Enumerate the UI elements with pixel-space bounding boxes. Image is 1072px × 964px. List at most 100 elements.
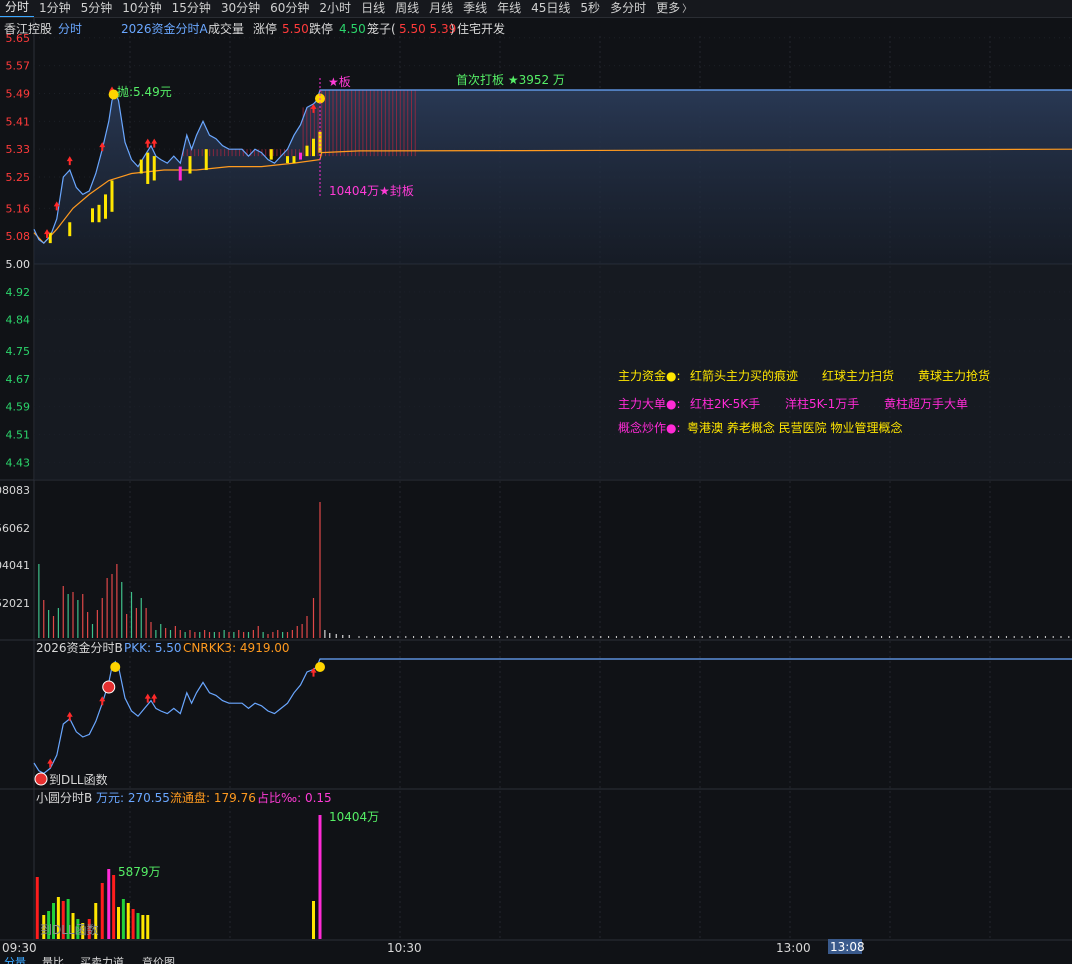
panel-c-bar-0	[35, 877, 39, 939]
indicator-a-label: 2026资金分时A	[121, 21, 209, 36]
period-tab-14[interactable]: 5秒	[575, 0, 605, 17]
panel-b-title: 2026资金分时B	[36, 640, 123, 655]
big-order-column-16	[305, 145, 309, 157]
cage-value: 5.50 5.39	[399, 22, 456, 36]
price-tick-7: 5.08	[6, 230, 31, 243]
period-tab-2[interactable]: 5分钟	[76, 0, 118, 17]
time-cursor-label: 13:08	[830, 940, 865, 954]
big-order-column-9	[178, 166, 182, 181]
price-tick-1: 5.57	[6, 60, 31, 73]
price-tick-12: 4.67	[6, 373, 31, 386]
period-tab-7[interactable]: 2小时	[314, 0, 356, 17]
period-tab-5[interactable]: 30分钟	[216, 0, 265, 17]
price-tick-8: 5.00	[6, 258, 31, 271]
cage-close: )	[450, 22, 455, 36]
legend-row2-title: 主力大单●:	[618, 397, 681, 411]
period-tab-4[interactable]: 15分钟	[167, 0, 216, 17]
limit-up-value: 5.50	[282, 22, 309, 36]
cage-label: 笼子(	[367, 21, 396, 36]
big-order-column-8	[152, 156, 156, 181]
price-tick-5: 5.25	[6, 171, 31, 184]
buy-arrow-icon-5	[144, 138, 151, 148]
intraday-chart[interactable]: 5.655.575.495.415.335.255.165.085.004.92…	[0, 18, 1072, 964]
volume-tick-1: 156062	[0, 522, 30, 535]
big-order-column-3	[97, 204, 101, 223]
panel-b-red-ball-icon	[102, 680, 116, 694]
price-tick-6: 5.16	[6, 202, 31, 215]
panel-c-bar-23	[318, 815, 322, 939]
period-tab-16[interactable]: 更多〉	[651, 0, 697, 17]
price-tick-10: 4.84	[6, 314, 31, 327]
peak-sell-label: 抛:5.49元	[117, 84, 172, 99]
panel-c-footer: 到DLL函数	[40, 922, 99, 937]
big-order-column-5	[110, 180, 114, 212]
big-order-column-6	[139, 159, 143, 174]
bottom-tab-0[interactable]: 分量	[4, 956, 26, 964]
seal-board-label: 10404万★封板	[329, 184, 414, 198]
price-tick-13: 4.59	[6, 401, 31, 414]
period-tab-10[interactable]: 月线	[424, 0, 458, 17]
period-tab-0[interactable]: 分时	[0, 0, 35, 17]
period-tab-15[interactable]: 多分时	[605, 0, 651, 17]
panel-b-arrow-icon-0	[47, 758, 54, 768]
time-label-0930: 09:30	[2, 941, 37, 955]
big-order-column-15	[299, 152, 302, 160]
big-order-column-7	[146, 152, 150, 184]
period-tab-3[interactable]: 10分钟	[117, 0, 166, 17]
price-tick-15: 4.43	[6, 456, 31, 469]
panel-c-bar-15	[117, 907, 120, 939]
price-tick-4: 5.33	[6, 143, 31, 156]
bottom-tab-2[interactable]: 买卖力道	[80, 955, 124, 964]
price-tick-2: 5.49	[6, 87, 31, 100]
panel-c-bar-20	[141, 915, 145, 939]
panel-b-line	[33, 658, 1072, 775]
time-label-1300: 13:00	[776, 941, 811, 955]
legend-row2-item2: 洋柱5K-1万手	[785, 396, 859, 411]
panel-c-title: 小圆分时B	[36, 791, 92, 805]
panel-b-pkk: PKK: 5.50	[124, 641, 182, 655]
big-order-column-13	[286, 156, 289, 164]
big-order-column-10	[188, 156, 192, 174]
panel-c-bar-19	[136, 913, 140, 939]
period-toolbar: 分时 1分钟 5分钟 10分钟 15分钟 30分钟 60分钟 2小时 日线 周线 月线 季线 年线 45日…	[0, 0, 1072, 18]
panel-c-bar-16	[121, 899, 125, 939]
panel-c-float: 流通盘: 179.76	[170, 790, 256, 805]
period-tab-8[interactable]: 日线	[356, 0, 390, 17]
buy-arrow-icon-6	[151, 138, 158, 148]
sector-label: 住宅开发	[457, 21, 505, 36]
big-order-column-0	[48, 232, 52, 244]
panel-b-arrow-icon-4	[151, 693, 158, 703]
legend-row3-title: 概念炒作●:	[618, 420, 681, 435]
period-tab-12[interactable]: 年线	[492, 0, 526, 17]
period-tab-6[interactable]: 60分钟	[265, 0, 314, 17]
panel-c-bar-21	[146, 915, 150, 939]
panel-c-bar-13	[107, 869, 111, 939]
period-tab-13[interactable]: 45日线	[526, 0, 575, 17]
legend-row2-item1: 红柱2K-5K手	[690, 396, 760, 411]
price-tick-9: 4.92	[6, 286, 31, 299]
panel-c-bar-22	[312, 901, 315, 939]
price-tick-3: 5.41	[6, 115, 31, 128]
period-tab-11[interactable]: 季线	[458, 0, 492, 17]
limit-down-label: 跌停	[309, 21, 333, 36]
volume-tick-0: 208083	[0, 484, 30, 497]
period-tab-9[interactable]: 周线	[390, 0, 424, 17]
panel-b-cnr: CNRKK3: 4919.00	[183, 641, 290, 655]
panel-c-ratio: 占比‰: 0.15	[257, 790, 332, 805]
header-mode: 分时	[58, 22, 82, 36]
board-label: ★板	[328, 75, 351, 89]
price-area-fill	[34, 90, 1072, 264]
volume-label: 成交量	[208, 21, 244, 36]
stock-name: 香江控股	[4, 22, 52, 36]
period-tab-1[interactable]: 1分钟	[34, 0, 76, 17]
price-tick-11: 4.75	[6, 345, 31, 358]
panel-c-bar-14	[112, 875, 116, 939]
bottom-tab-1[interactable]: 量比	[42, 956, 64, 964]
panel-c-bar-18	[131, 909, 135, 939]
panel-b-yellow-ball-icon-1	[110, 662, 121, 672]
price-tick-14: 4.51	[6, 429, 31, 442]
panel-c-label-5879: 5879万	[118, 865, 161, 879]
big-order-column-17	[312, 138, 315, 157]
buy-arrow-icon-2	[66, 156, 73, 166]
bottom-tab-3[interactable]: 竞价图	[142, 955, 175, 964]
